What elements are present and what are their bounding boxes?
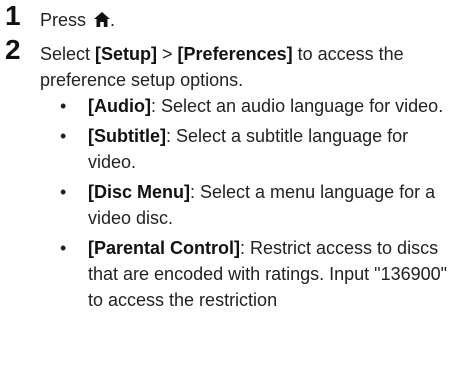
menu-setup: [Setup] [95,44,158,64]
manual-page: 1 Press . 2 Select [Setup] > [Preference… [0,0,465,370]
separator: > [157,44,178,64]
bullet-icon: • [60,238,67,258]
bullet-icon: • [60,126,67,146]
list-item: • [Subtitle]: Select a subtitle language … [0,123,465,175]
step-text: Select [Setup] > [Preferences] to access… [40,41,425,93]
menu-preferences: [Preferences] [177,44,293,64]
step-text-after: . [110,10,116,30]
option-label: [Audio] [88,96,151,116]
option-label: [Parental Control] [88,238,241,258]
step-text: Press . [40,7,425,33]
bullet-icon: • [60,182,67,202]
step-text-before: Press [40,10,92,30]
option-label: [Subtitle] [88,126,166,146]
list-item: • [Parental Control]: Restrict access to … [0,235,465,313]
step-number: 2 [5,34,21,65]
home-icon [94,12,111,27]
option-label: [Disc Menu] [88,182,191,202]
option-description: : Select an audio language for video. [150,96,444,116]
preference-options-list: • [Audio]: Select an audio language for v… [0,93,465,317]
bullet-icon: • [60,96,67,116]
step-text-before: Select [40,44,96,64]
list-item: • [Disc Menu]: Select a menu language for… [0,179,465,231]
list-item: • [Audio]: Select an audio language for v… [0,93,465,119]
step-number: 1 [5,0,21,31]
